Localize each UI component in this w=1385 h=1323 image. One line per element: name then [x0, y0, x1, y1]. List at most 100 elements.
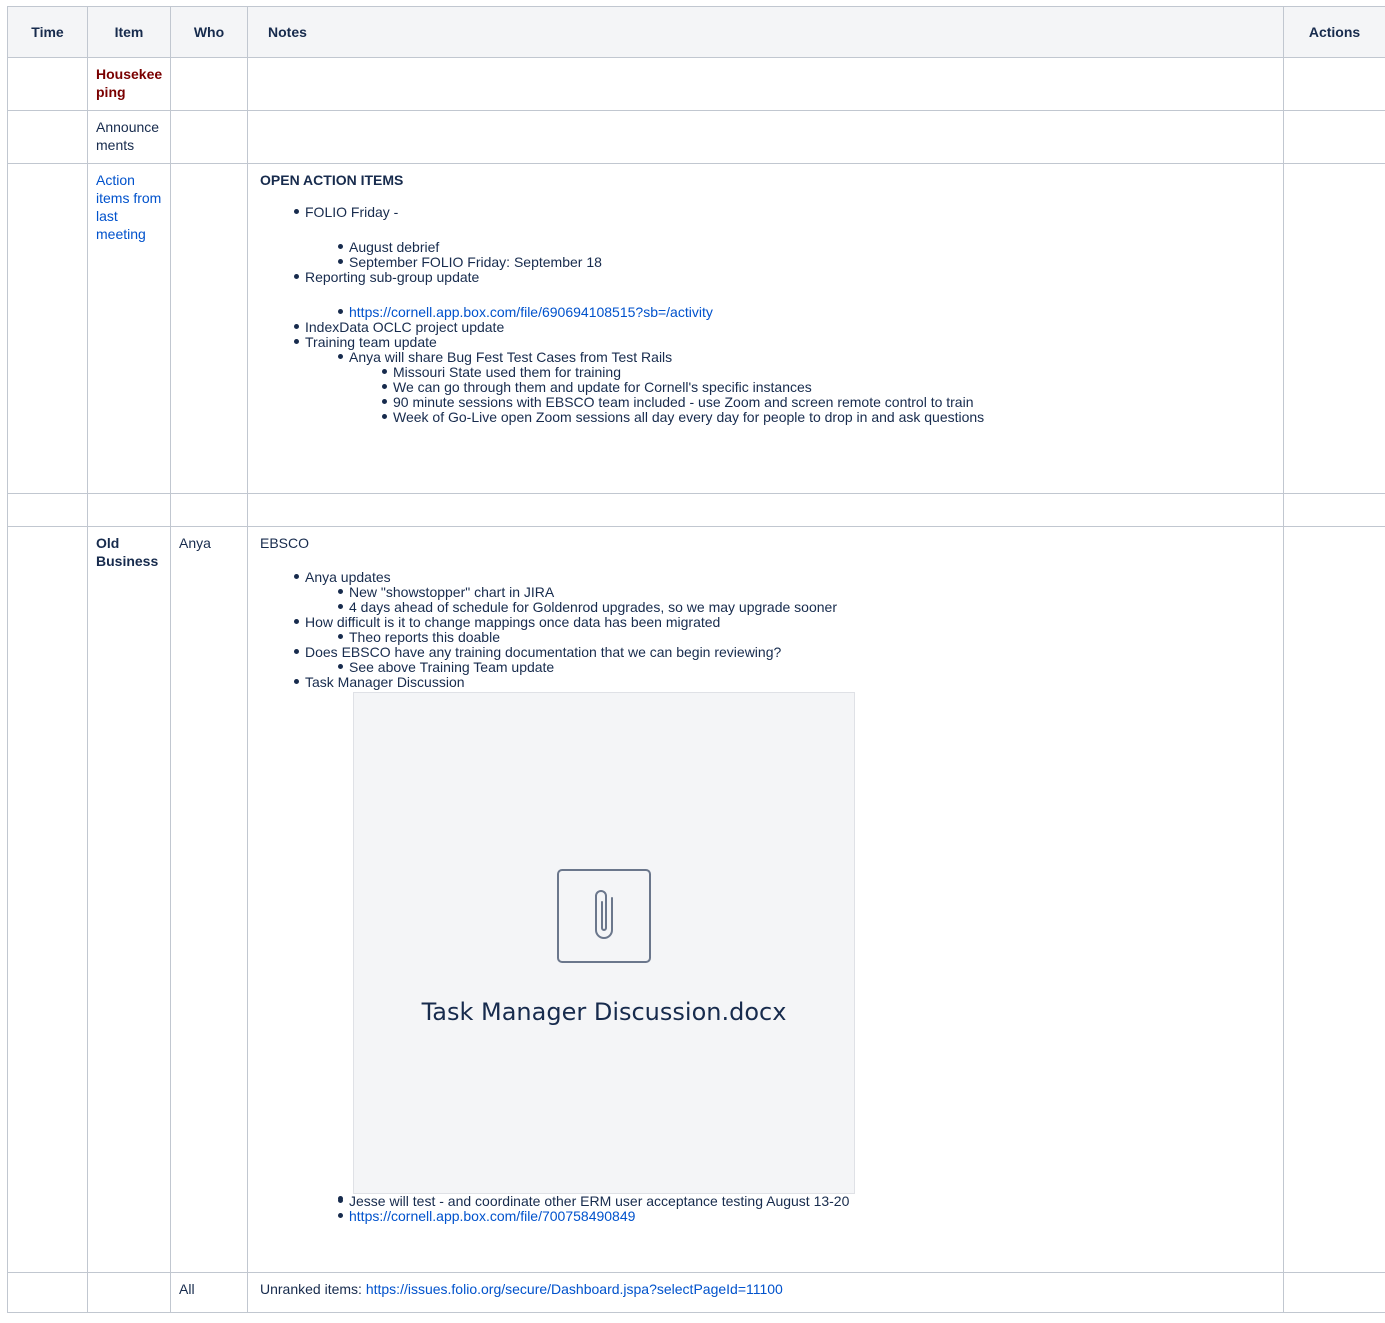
- list-item: We can go through them and update for Co…: [382, 380, 1275, 395]
- time-cell: [7, 493, 88, 527]
- housekeeping-label: Housekeeping: [96, 66, 163, 100]
- old-business-list: Anya updates New "showstopper" chart in …: [260, 570, 1275, 1224]
- who-cell: All: [170, 1272, 248, 1313]
- time-cell: [7, 57, 88, 111]
- who-cell: [170, 493, 248, 527]
- attachment-preview[interactable]: Task Manager Discussion.docx: [353, 692, 855, 1194]
- notes-cell: OPEN ACTION ITEMS FOLIO Friday - August …: [247, 163, 1284, 494]
- who-cell: [170, 57, 248, 111]
- item-cell: [87, 1272, 171, 1313]
- list-item: 4 days ahead of schedule for Goldenrod u…: [338, 600, 1275, 615]
- who-cell: [170, 110, 248, 164]
- who-cell: Anya: [170, 526, 248, 1273]
- header-who[interactable]: Who: [170, 6, 248, 58]
- header-item[interactable]: Item: [87, 6, 171, 58]
- task-manager-text: Task Manager Discussion: [305, 674, 465, 690]
- sub-list: Missouri State used them for training We…: [349, 365, 1275, 425]
- training-text: Training team update: [305, 334, 437, 350]
- sub-list: Task Manager Discussion.docx Jesse will …: [305, 692, 1275, 1224]
- list-item: New "showstopper" chart in JIRA: [338, 585, 1275, 600]
- ebsco-heading: EBSCO: [260, 535, 310, 551]
- list-item: Task Manager Discussion Task Manager Dis…: [294, 674, 1275, 1224]
- list-item: See above Training Team update: [338, 660, 1275, 675]
- time-cell: [7, 163, 88, 494]
- who-anya: Anya: [179, 535, 211, 551]
- sub-list: Theo reports this doable: [305, 630, 1275, 645]
- list-item: 90 minute sessions with EBSCO team inclu…: [382, 395, 1275, 410]
- actions-cell: [1283, 1272, 1385, 1313]
- actions-cell: [1283, 526, 1385, 1273]
- how-difficult-text: How difficult is it to change mappings o…: [305, 614, 721, 630]
- header-notes[interactable]: Notes: [247, 6, 1284, 58]
- header-time[interactable]: Time: [7, 6, 88, 58]
- paperclip-icon: [595, 890, 613, 939]
- action-items-list: FOLIO Friday - August debrief September …: [260, 205, 1275, 425]
- attachment-filename: Task Manager Discussion.docx: [421, 998, 787, 1026]
- action-items-link[interactable]: Action items from last meeting: [96, 172, 161, 242]
- announcements-label: Announcements: [96, 119, 160, 153]
- notes-cell: [247, 110, 1284, 164]
- table-row: Action items from last meeting OPEN ACTI…: [7, 163, 1385, 494]
- meeting-notes-table: Time Item Who Notes Actions Housekeeping…: [7, 6, 1385, 1313]
- old-business-label: Old Business: [96, 535, 159, 569]
- list-item: Does EBSCO have any training documentati…: [294, 644, 1275, 675]
- box-file-link[interactable]: https://cornell.app.box.com/file/7007584…: [349, 1208, 635, 1224]
- table-row: Housekeeping: [7, 57, 1385, 111]
- list-item: https://cornell.app.box.com/file/7007584…: [338, 1208, 1275, 1224]
- item-cell: [87, 493, 171, 527]
- notes-cell: Unranked items: https://issues.folio.org…: [247, 1272, 1284, 1313]
- list-item: IndexData OCLC project update: [294, 320, 1275, 335]
- who-cell: [170, 163, 248, 494]
- time-cell: [7, 110, 88, 164]
- actions-cell: [1283, 493, 1385, 527]
- open-action-items-heading: OPEN ACTION ITEMS: [260, 172, 404, 188]
- anya-updates-text: Anya updates: [305, 569, 391, 585]
- actions-cell: [1283, 110, 1385, 164]
- list-item: Missouri State used them for training: [382, 365, 1275, 380]
- sub-list: See above Training Team update: [305, 660, 1275, 675]
- sub-list: August debrief September FOLIO Friday: S…: [305, 240, 1275, 270]
- table-row: Announcements: [7, 110, 1385, 164]
- reporting-text: Reporting sub-group update: [305, 269, 480, 285]
- item-cell: Old Business: [87, 526, 171, 1273]
- list-item: Task Manager Discussion.docx: [338, 692, 1275, 1201]
- item-cell: Housekeeping: [87, 57, 171, 111]
- sub-list: Anya will share Bug Fest Test Cases from…: [305, 350, 1275, 425]
- list-item: Training team update Anya will share Bug…: [294, 334, 1275, 425]
- notes-cell: [247, 493, 1284, 527]
- time-cell: [7, 526, 88, 1273]
- list-item: Jesse will test - and coordinate other E…: [338, 1194, 1275, 1209]
- folio-friday-text: FOLIO Friday -: [305, 204, 399, 220]
- time-cell: [7, 1272, 88, 1313]
- list-item: Theo reports this doable: [338, 630, 1275, 645]
- list-item: https://cornell.app.box.com/file/6906941…: [338, 304, 1275, 320]
- list-item: Reporting sub-group update https://corne…: [294, 269, 1275, 320]
- header-actions[interactable]: Actions: [1283, 6, 1385, 58]
- table-row: Old Business Anya EBSCO Anya updates New…: [7, 526, 1385, 1273]
- actions-cell: [1283, 57, 1385, 111]
- notes-cell: [247, 57, 1284, 111]
- sub-list: New "showstopper" chart in JIRA 4 days a…: [305, 585, 1275, 615]
- dashboard-link[interactable]: https://issues.folio.org/secure/Dashboar…: [366, 1281, 783, 1297]
- item-cell: Action items from last meeting: [87, 163, 171, 494]
- list-item: FOLIO Friday - August debrief September …: [294, 204, 1275, 270]
- does-ebsco-text: Does EBSCO have any training documentati…: [305, 644, 782, 660]
- anya-share-text: Anya will share Bug Fest Test Cases from…: [349, 349, 673, 365]
- list-item: Anya updates New "showstopper" chart in …: [294, 569, 1275, 615]
- list-item: August debrief: [338, 240, 1275, 255]
- actions-cell: [1283, 163, 1385, 494]
- sub-list: https://cornell.app.box.com/file/6906941…: [305, 305, 1275, 320]
- list-item: September FOLIO Friday: September 18: [338, 255, 1275, 270]
- table-row: All Unranked items: https://issues.folio…: [7, 1272, 1385, 1313]
- table-row: [7, 493, 1385, 527]
- unranked-label: Unranked items:: [260, 1281, 366, 1297]
- reporting-link[interactable]: https://cornell.app.box.com/file/6906941…: [349, 304, 713, 320]
- list-item: How difficult is it to change mappings o…: [294, 614, 1275, 645]
- attachment-icon-box: [557, 869, 651, 963]
- who-all: All: [179, 1281, 195, 1297]
- item-cell: Announcements: [87, 110, 171, 164]
- notes-cell: EBSCO Anya updates New "showstopper" cha…: [247, 526, 1284, 1273]
- list-item: Week of Go-Live open Zoom sessions all d…: [382, 410, 1275, 425]
- header-row: Time Item Who Notes Actions: [7, 6, 1385, 58]
- list-item: Anya will share Bug Fest Test Cases from…: [338, 349, 1275, 425]
